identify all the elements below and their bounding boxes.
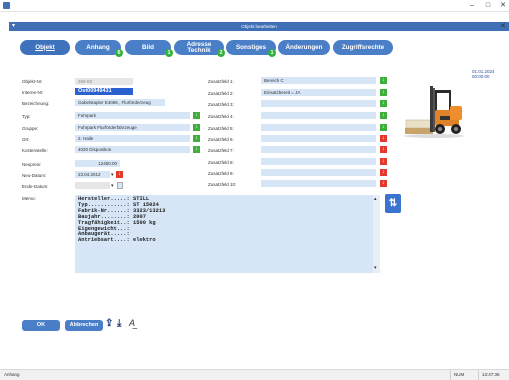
interne-nr-label: Interne-Nr:	[22, 90, 44, 95]
zusatzfeld-10-field[interactable]	[261, 180, 376, 187]
sort-updown-button[interactable]: ⇅	[385, 194, 401, 213]
zusatzfeld-5-arrow-icon[interactable]: ↓	[380, 124, 387, 131]
neu-datum-field[interactable]: 23.04.2012	[75, 171, 110, 178]
zusatzfeld-2-arrow-icon[interactable]: ↓	[380, 89, 387, 96]
zusatzfeld-10-arrow-icon[interactable]: ↓	[380, 180, 387, 187]
zusatzfeld-2-label: Zusatzfeld 2:	[208, 91, 234, 96]
tab-objekt[interactable]: Objekt	[20, 40, 70, 55]
objekt-nr-field: 269-03	[75, 78, 133, 85]
memo-label: Memo:	[22, 196, 36, 201]
upload-icon[interactable]: ⇪	[105, 318, 113, 329]
kostenstelle-field[interactable]: 4020 Disposition	[75, 146, 190, 153]
zusatzfeld-7-arrow-icon[interactable]: ↓	[380, 146, 387, 153]
ok-button[interactable]: OK	[22, 320, 60, 331]
zusatzfeld-8-field[interactable]	[261, 158, 376, 165]
scroll-down-icon[interactable]: ▾	[374, 265, 377, 271]
tab-adresse-technik-badge: 2	[217, 49, 225, 57]
dialog-header: Objekt bearbeiten	[9, 22, 509, 31]
zusatzfeld-2-field[interactable]: Einsatzbereit = JA	[261, 89, 376, 96]
zusatzfeld-1-field[interactable]: Bereich C	[261, 77, 376, 84]
zusatzfeld-10-label: Zusatzfeld 10:	[208, 182, 237, 187]
gruppe-select-arrow-icon[interactable]: ↓	[193, 124, 200, 131]
bezeichnung-field[interactable]: Gabelstapler E4066 , Flurförderzeug	[75, 99, 165, 106]
timestamp-label: 01.01.2024 00:00:00	[472, 69, 495, 79]
download-icon[interactable]: ⤓	[117, 318, 121, 329]
ende-datum-label: Ende-Datum:	[22, 184, 49, 189]
zusatzfeld-3-field[interactable]	[261, 100, 376, 107]
zusatzfeld-7-field[interactable]	[261, 146, 376, 153]
font-style-icon[interactable]: A͟	[129, 318, 135, 328]
maximize-button[interactable]: □	[481, 1, 495, 11]
ort-field[interactable]: 2. Halle	[75, 135, 190, 142]
gruppe-label: Gruppe:	[22, 126, 39, 131]
menu-chevron-icon[interactable]: ▾	[12, 22, 15, 31]
neu-datum-label: Neu-Datum:	[22, 173, 47, 178]
tab-aenderungen[interactable]: Änderungen	[278, 40, 330, 55]
ende-datum-field[interactable]	[75, 182, 110, 189]
zusatzfeld-9-arrow-icon[interactable]: ↓	[380, 169, 387, 176]
status-left-text: Anhang	[4, 372, 20, 377]
zusatzfeld-1-label: Zusatzfeld 1:	[208, 79, 234, 84]
zusatzfeld-4-arrow-icon[interactable]: ↓	[380, 112, 387, 119]
status-time: 13:47:36	[478, 370, 508, 380]
window-titlebar	[0, 0, 509, 12]
typ-label: Typ:	[22, 114, 31, 119]
zusatzfeld-6-label: Zusatzfeld 6:	[208, 137, 234, 142]
zusatzfeld-6-arrow-icon[interactable]: ↓	[380, 135, 387, 142]
memo-scrollbar[interactable]	[373, 195, 380, 273]
interne-nr-field[interactable]: Ost00949431	[75, 88, 133, 95]
gruppe-field[interactable]: Fuhrpark Flurförderfahrzeuge	[75, 124, 190, 131]
zusatzfeld-9-label: Zusatzfeld 9:	[208, 171, 234, 176]
zusatzfeld-3-arrow-icon[interactable]: ↓	[380, 100, 387, 107]
app-icon	[3, 2, 10, 9]
status-num-lock: NUM	[450, 370, 475, 380]
status-bar	[0, 369, 509, 380]
zusatzfeld-7-label: Zusatzfeld 7:	[208, 148, 234, 153]
cancel-button[interactable]: Abbrechen	[65, 320, 103, 331]
zusatzfeld-4-label: Zusatzfeld 4:	[208, 114, 234, 119]
typ-select-arrow-icon[interactable]: ↓	[193, 112, 200, 119]
tab-sonstiges-badge: 1	[268, 49, 276, 57]
close-window-button[interactable]: ✕	[496, 1, 509, 11]
typ-field[interactable]: Fuhrpark	[75, 112, 190, 119]
zusatzfeld-8-arrow-icon[interactable]: ↓	[380, 158, 387, 165]
zusatzfeld-8-label: Zusatzfeld 8:	[208, 160, 234, 165]
bezeichnung-label: Bezeichnung:	[22, 101, 50, 106]
tab-bild-badge: 1	[165, 49, 173, 57]
zusatzfeld-3-label: Zusatzfeld 3:	[208, 102, 234, 107]
ort-select-arrow-icon[interactable]: ↓	[193, 135, 200, 142]
kostenstelle-select-arrow-icon[interactable]: ↓	[193, 146, 200, 153]
neu-datum-dropdown-icon[interactable]: ▾	[111, 172, 114, 178]
objekt-nr-label: Objekt-Nr:	[22, 79, 43, 84]
tab-zugriffsrechte[interactable]: Zugriffsrechte	[333, 40, 393, 55]
scroll-up-icon[interactable]: ▴	[374, 196, 377, 202]
tab-anhang-badge: 6	[115, 49, 123, 57]
neu-datum-clear-icon[interactable]: ↓	[116, 171, 123, 178]
neupreis-field[interactable]: 12450.00	[75, 160, 120, 167]
ende-datum-dropdown-icon[interactable]: ▾	[111, 183, 114, 189]
kostenstelle-label: Kostenstelle:	[22, 148, 48, 153]
zusatzfeld-6-field[interactable]	[261, 135, 376, 142]
ende-datum-checkbox[interactable]	[117, 182, 123, 189]
neupreis-label: Neupreis:	[22, 162, 42, 167]
memo-textarea[interactable]: Hersteller.....: STILL Typ............: …	[75, 195, 380, 273]
zusatzfeld-9-field[interactable]	[261, 169, 376, 176]
zusatzfeld-4-field[interactable]	[261, 112, 376, 119]
ort-label: Ort:	[22, 137, 30, 142]
forklift-image	[404, 86, 464, 138]
zusatzfeld-5-field[interactable]	[261, 124, 376, 131]
zusatzfeld-1-arrow-icon[interactable]: ↓	[380, 77, 387, 84]
dialog-close-icon[interactable]: ✕	[500, 22, 506, 32]
minimize-button[interactable]: –	[465, 1, 479, 11]
zusatzfeld-5-label: Zusatzfeld 5:	[208, 126, 234, 131]
